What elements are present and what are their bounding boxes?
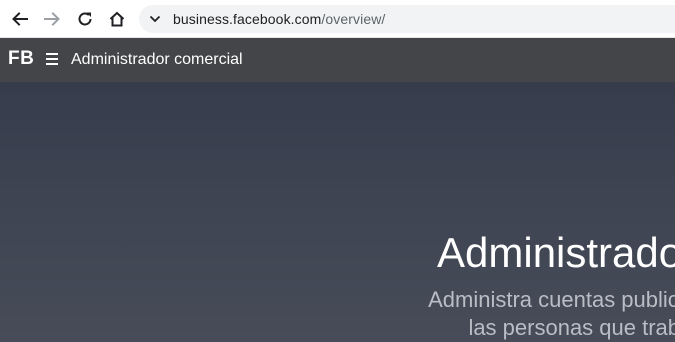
- reload-icon: [78, 12, 92, 26]
- hamburger-menu-icon[interactable]: [46, 52, 60, 66]
- forward-button[interactable]: [39, 6, 65, 32]
- back-button[interactable]: [7, 6, 33, 32]
- arrow-left-icon: [12, 12, 28, 26]
- address-bar[interactable]: business.facebook.com/overview/: [139, 5, 675, 33]
- url-host: business.facebook.com: [173, 11, 322, 27]
- reload-button[interactable]: [72, 6, 98, 32]
- hero-section: Administrador Administra cuentas publici…: [0, 82, 675, 342]
- home-icon: [109, 11, 125, 27]
- url-path: /overview/: [321, 11, 386, 27]
- arrow-right-icon: [44, 12, 60, 26]
- business-manager-header: FB Administrador comercial: [0, 38, 675, 82]
- browser-toolbar: business.facebook.com/overview/: [0, 0, 675, 38]
- home-button[interactable]: [104, 6, 130, 32]
- fb-logo[interactable]: FB: [8, 48, 34, 70]
- chevron-down-icon[interactable]: [148, 13, 162, 25]
- hero-title: Administrador: [437, 229, 675, 276]
- hero-subtitle: Administra cuentas publicitarias, página…: [428, 287, 675, 340]
- url-text[interactable]: business.facebook.com/overview/: [173, 11, 385, 27]
- page-title[interactable]: Administrador comercial: [71, 50, 243, 70]
